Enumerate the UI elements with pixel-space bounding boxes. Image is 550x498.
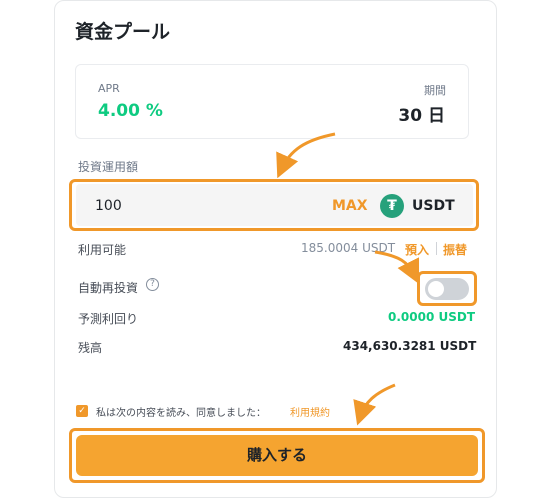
predicted-interest-value: 0.0000 USDT [388, 310, 476, 324]
page-title: 資金プール [75, 21, 171, 43]
predicted-interest-label: 予測利回り [78, 312, 139, 326]
deposit-link[interactable]: 預入 [405, 241, 429, 258]
amount-value[interactable]: 100 [95, 198, 122, 214]
agreement-text: 私は次の内容を読み、同意しました： [96, 408, 266, 419]
toggle-knob [428, 281, 444, 297]
balance-value: 434,630.3281 USDT [343, 339, 477, 353]
amount-label: 投資運用額 [78, 160, 139, 174]
transfer-link[interactable]: 振替 [443, 241, 467, 258]
term-label: 期間 [424, 84, 446, 97]
apr-value: 4.00 % [98, 101, 163, 121]
terms-link[interactable]: 利用規約 [290, 404, 330, 419]
currency-label: USDT [412, 198, 455, 214]
help-icon[interactable]: ? [146, 278, 159, 291]
auto-reinvest-label: 自動再投資 [78, 281, 139, 295]
link-divider [436, 242, 437, 255]
available-label: 利用可能 [78, 243, 127, 257]
tether-icon: ₮ [380, 194, 404, 218]
balance-label: 残高 [78, 341, 103, 355]
buy-button[interactable]: 購入する [76, 435, 478, 476]
auto-reinvest-toggle[interactable] [425, 278, 469, 300]
apr-label: APR [98, 82, 120, 95]
term-value: 30 日 [398, 106, 445, 126]
available-value: 185.0004 USDT [301, 241, 396, 255]
max-button[interactable]: MAX [332, 198, 368, 214]
agreement-checkbox[interactable]: ✓ [76, 405, 88, 417]
